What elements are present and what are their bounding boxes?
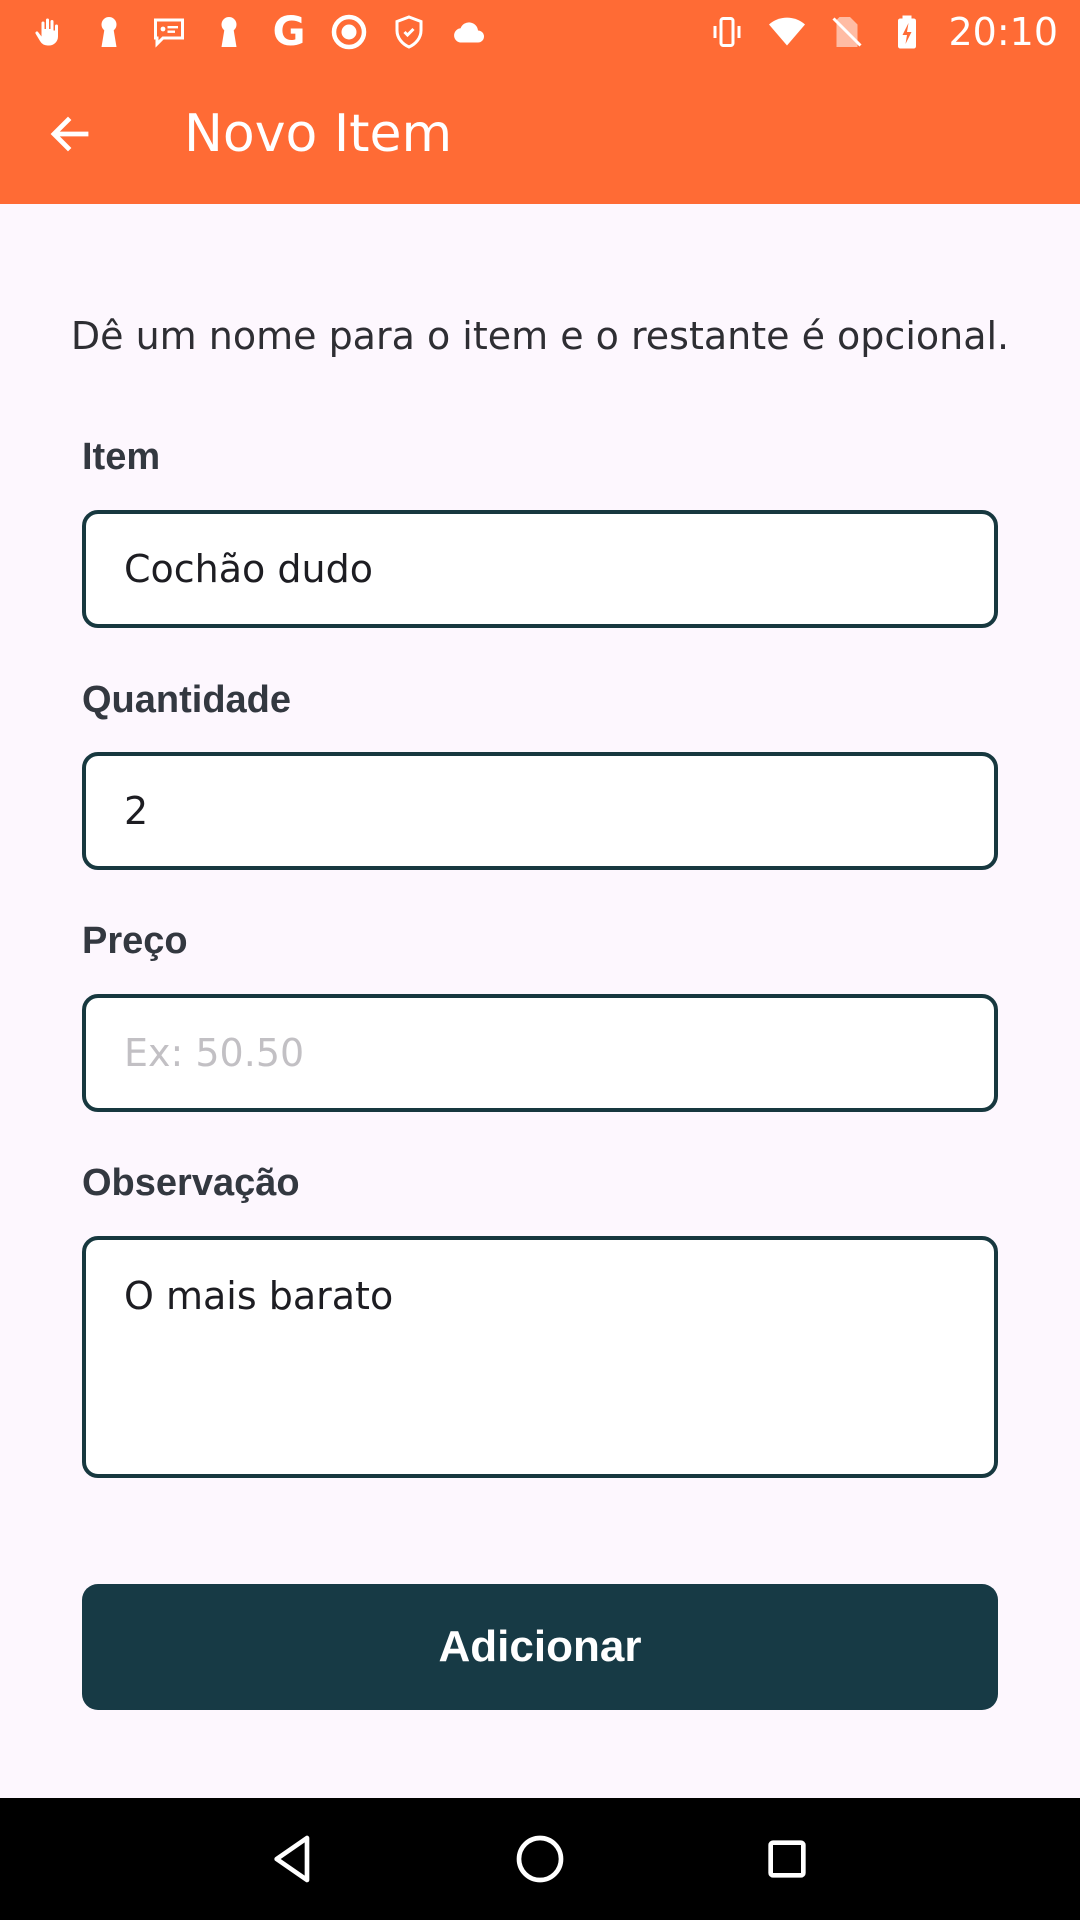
nav-back-button[interactable] — [253, 1819, 333, 1899]
note-field[interactable]: O mais barato — [82, 1236, 998, 1478]
note-label: Observação — [82, 1162, 300, 1204]
vibrate-icon — [708, 13, 746, 51]
price-field[interactable] — [82, 994, 998, 1112]
item-input[interactable] — [124, 547, 994, 591]
status-right-icons: 20:10 — [708, 10, 1058, 54]
battery-charging-icon — [888, 13, 926, 51]
hand-icon — [30, 13, 68, 51]
quantity-field[interactable] — [82, 752, 998, 870]
item-label: Item — [82, 436, 161, 478]
status-left-icons: G — [30, 9, 488, 55]
wifi-icon — [768, 13, 806, 51]
record-icon — [330, 13, 368, 51]
home-circle-icon — [516, 1835, 564, 1883]
app-bar: Novo Item — [0, 64, 1080, 204]
item-field[interactable] — [82, 510, 998, 628]
price-label: Preço — [82, 920, 188, 962]
system-nav-bar — [0, 1798, 1080, 1920]
back-triangle-icon — [274, 1835, 310, 1883]
no-sim-icon — [828, 13, 866, 51]
back-button[interactable] — [0, 64, 140, 204]
keyhole-icon — [210, 13, 248, 51]
note-textarea[interactable]: O mais barato — [124, 1274, 994, 1434]
shield-icon — [390, 13, 428, 51]
keyhole-icon — [90, 13, 128, 51]
add-button[interactable]: Adicionar — [82, 1584, 998, 1710]
arrow-back-icon — [50, 116, 89, 152]
nav-recents-button[interactable] — [747, 1819, 827, 1899]
google-icon: G — [272, 9, 306, 55]
price-input[interactable] — [124, 1031, 994, 1075]
page-title: Novo Item — [184, 104, 453, 164]
form-instructions: Dê um nome para o item e o restante é op… — [70, 314, 1010, 358]
cloud-icon — [450, 13, 488, 51]
clock: 20:10 — [948, 10, 1058, 54]
quantity-input[interactable] — [124, 789, 994, 833]
chat-icon — [150, 13, 188, 51]
quantity-label: Quantidade — [82, 679, 292, 721]
status-bar: G 20:10 — [0, 0, 1080, 64]
recents-square-icon — [767, 1840, 806, 1878]
nav-home-button[interactable] — [500, 1819, 580, 1899]
